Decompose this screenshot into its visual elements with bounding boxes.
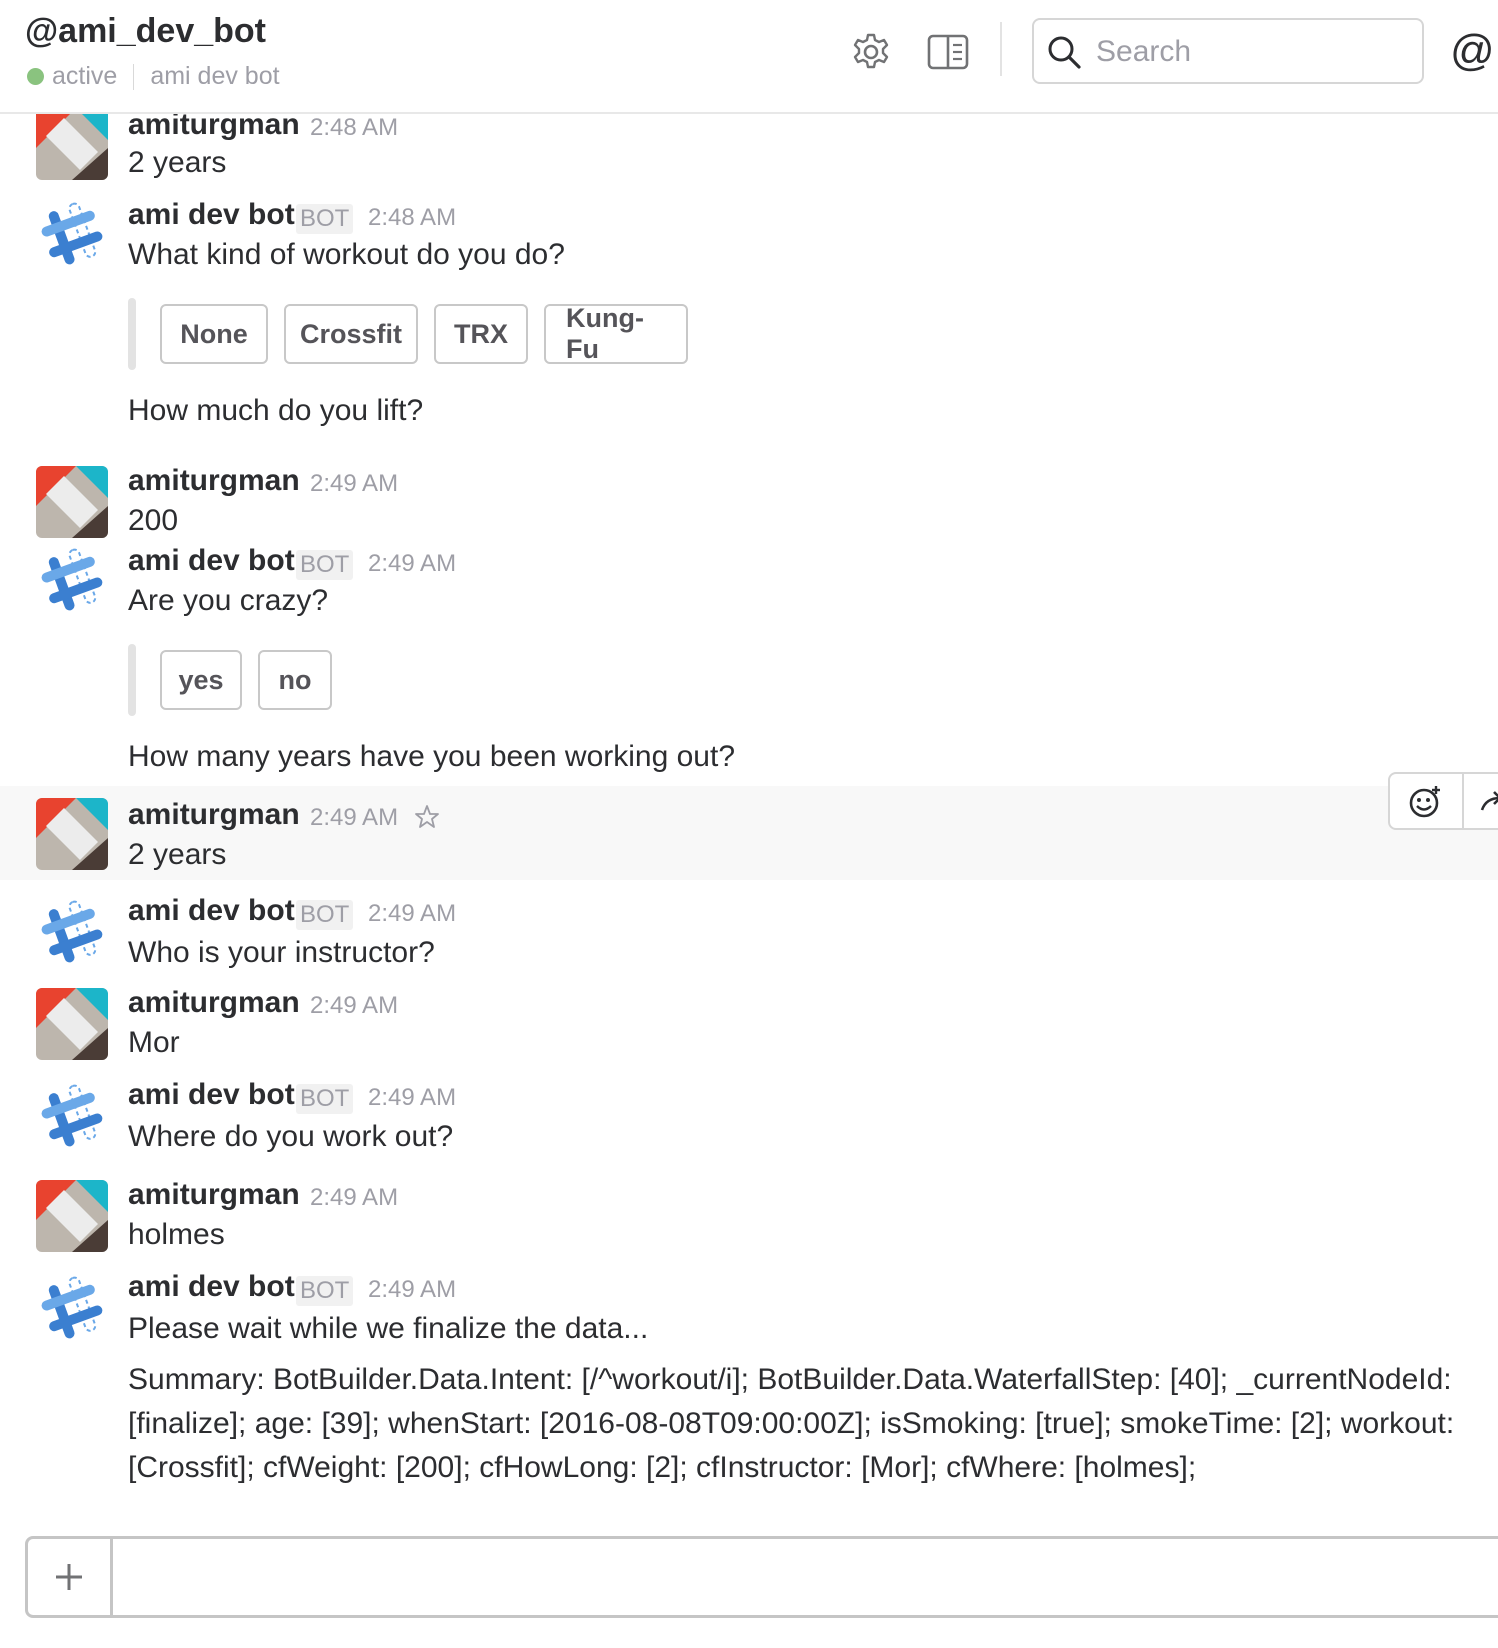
message-input[interactable]	[128, 1553, 1432, 1603]
at-icon[interactable]: @	[1450, 26, 1495, 76]
add-reaction-icon[interactable]	[1408, 784, 1444, 820]
message-text: holmes	[128, 1218, 225, 1251]
message-text: 2 years	[128, 146, 227, 179]
message-composer	[25, 1536, 1498, 1618]
message-timestamp[interactable]: 2:49 AM	[368, 1276, 456, 1304]
message-text: Mor	[128, 1026, 180, 1059]
search-icon	[1048, 36, 1081, 69]
message-timestamp[interactable]: 2:49 AM	[310, 470, 398, 498]
message-followup: How much do you lift?	[128, 394, 424, 427]
share-icon[interactable]	[1478, 788, 1498, 818]
message-timestamp[interactable]: 2:49 AM	[310, 1184, 398, 1212]
star-icon[interactable]	[414, 804, 440, 830]
actions-divider	[1462, 774, 1464, 828]
bot-avatar[interactable]	[36, 1080, 108, 1152]
bot-badge: BOT	[296, 204, 354, 234]
avatar[interactable]	[36, 114, 108, 180]
channel-subtitle: ami dev bot	[150, 62, 280, 90]
message-author[interactable]: amiturgman	[128, 1178, 300, 1212]
button-crossfit[interactable]: Crossfit	[284, 304, 418, 364]
button-no[interactable]: no	[258, 650, 332, 710]
bot-avatar[interactable]	[36, 544, 108, 616]
button-trx[interactable]: TRX	[434, 304, 528, 364]
bot-badge: BOT	[296, 1276, 354, 1306]
message: ami dev bot BOT 2:49 AM Who is your inst…	[0, 884, 1498, 974]
message-timestamp[interactable]: 2:49 AM	[310, 804, 398, 832]
summary-text: Summary: BotBuilder.Data.Intent: [/^work…	[128, 1363, 1455, 1484]
avatar[interactable]	[36, 466, 108, 538]
presence-dot	[27, 68, 44, 85]
bot-badge: BOT	[296, 900, 354, 930]
message-author[interactable]: amiturgman	[128, 798, 300, 832]
message: amiturgman 2:48 AM 2 years	[0, 114, 1498, 184]
message-author[interactable]: ami dev bot	[128, 894, 295, 928]
bot-badge: BOT	[296, 550, 354, 580]
sidebar-toggle-icon[interactable]	[924, 28, 972, 76]
attachment-bar	[128, 298, 136, 370]
message-author[interactable]: amiturgman	[128, 986, 300, 1020]
header-divider	[1000, 22, 1002, 76]
message-timestamp[interactable]: 2:49 AM	[368, 1084, 456, 1112]
button-yes[interactable]: yes	[160, 650, 242, 710]
message: amiturgman 2:49 AM holmes	[0, 1174, 1498, 1264]
message-followup: How many years have you been working out…	[128, 740, 736, 773]
bot-avatar[interactable]	[36, 198, 108, 270]
avatar[interactable]	[36, 988, 108, 1060]
channel-status: active ami dev bot	[27, 62, 280, 91]
message-text: What kind of workout do you do?	[128, 238, 565, 271]
message-list: amiturgman 2:48 AM 2 years ami dev bot B…	[0, 114, 1498, 1526]
message-hovered: amiturgman 2:49 AM 2 years	[0, 786, 1498, 880]
channel-title[interactable]: @ami_dev_bot	[25, 12, 266, 51]
search-box[interactable]	[1032, 18, 1424, 84]
attachment-bar	[128, 644, 136, 716]
message: ami dev bot BOT 2:49 AM Where do you wor…	[0, 1076, 1498, 1166]
message-author[interactable]: ami dev bot	[128, 198, 295, 232]
message: amiturgman 2:49 AM Mor	[0, 982, 1498, 1072]
message-author[interactable]: ami dev bot	[128, 1078, 295, 1112]
avatar[interactable]	[36, 1180, 108, 1252]
button-none[interactable]: None	[160, 304, 268, 364]
message-author[interactable]: ami dev bot	[128, 1270, 295, 1304]
message: amiturgman 2:49 AM 200	[0, 444, 1498, 538]
status-divider	[133, 63, 135, 90]
message-timestamp[interactable]: 2:49 AM	[368, 550, 456, 578]
message-author[interactable]: ami dev bot	[128, 544, 295, 578]
message-timestamp[interactable]: 2:49 AM	[368, 900, 456, 928]
button-kung-fu[interactable]: Kung-Fu	[544, 303, 688, 364]
bot-avatar[interactable]	[36, 896, 108, 968]
bot-avatar[interactable]	[36, 1272, 108, 1344]
search-input[interactable]	[1094, 30, 1418, 74]
message-author[interactable]: amiturgman	[128, 114, 300, 142]
message-text: 200	[128, 504, 179, 537]
message: ami dev bot BOT 2:49 AM Please wait whil…	[0, 1268, 1498, 1518]
message-author[interactable]: amiturgman	[128, 464, 300, 498]
channel-header: @ami_dev_bot active ami dev bot @	[0, 0, 1498, 114]
presence-text: active	[52, 62, 118, 90]
bot-badge: BOT	[296, 1084, 354, 1114]
message-timestamp[interactable]: 2:49 AM	[310, 992, 398, 1020]
gear-icon[interactable]	[847, 28, 895, 76]
message-text: Please wait while we finalize the data..…	[128, 1312, 649, 1345]
plus-icon[interactable]	[28, 1539, 113, 1615]
message-text: Who is your instructor?	[128, 936, 435, 969]
message-text: Are you crazy?	[128, 584, 329, 617]
message-timestamp[interactable]: 2:48 AM	[310, 114, 398, 142]
avatar[interactable]	[36, 798, 108, 870]
message-actions	[1388, 772, 1498, 830]
message-text: Where do you work out?	[128, 1120, 454, 1153]
message-timestamp[interactable]: 2:48 AM	[368, 204, 456, 232]
message-text: 2 years	[128, 838, 227, 871]
